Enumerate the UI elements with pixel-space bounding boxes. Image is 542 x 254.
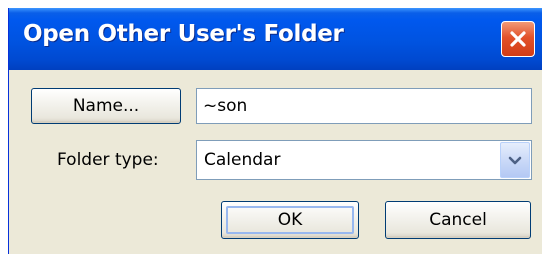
window-title: Open Other User's Folder: [23, 21, 344, 47]
dropdown-button[interactable]: [500, 142, 530, 178]
ok-button[interactable]: OK: [221, 201, 359, 239]
chevron-down-icon: [508, 151, 522, 170]
dialog-window: Open Other User's Folder Name... ~son Fo…: [8, 8, 542, 254]
ok-button-label: OK: [277, 210, 303, 230]
name-button[interactable]: Name...: [31, 88, 181, 124]
folder-type-label: Folder type:: [57, 150, 159, 170]
close-icon: [508, 29, 528, 49]
close-button[interactable]: [501, 21, 535, 57]
name-button-label: Name...: [72, 96, 140, 116]
cancel-button-label: Cancel: [429, 210, 487, 230]
folder-type-select[interactable]: Calendar: [196, 140, 532, 180]
dialog-body: Name... ~son Folder type: Calendar OK Ca…: [9, 70, 542, 254]
name-input[interactable]: ~son: [196, 88, 532, 124]
folder-type-value: Calendar: [204, 150, 281, 170]
name-input-value: ~son: [203, 96, 248, 116]
title-bar[interactable]: Open Other User's Folder: [9, 8, 542, 70]
cancel-button[interactable]: Cancel: [385, 201, 531, 239]
